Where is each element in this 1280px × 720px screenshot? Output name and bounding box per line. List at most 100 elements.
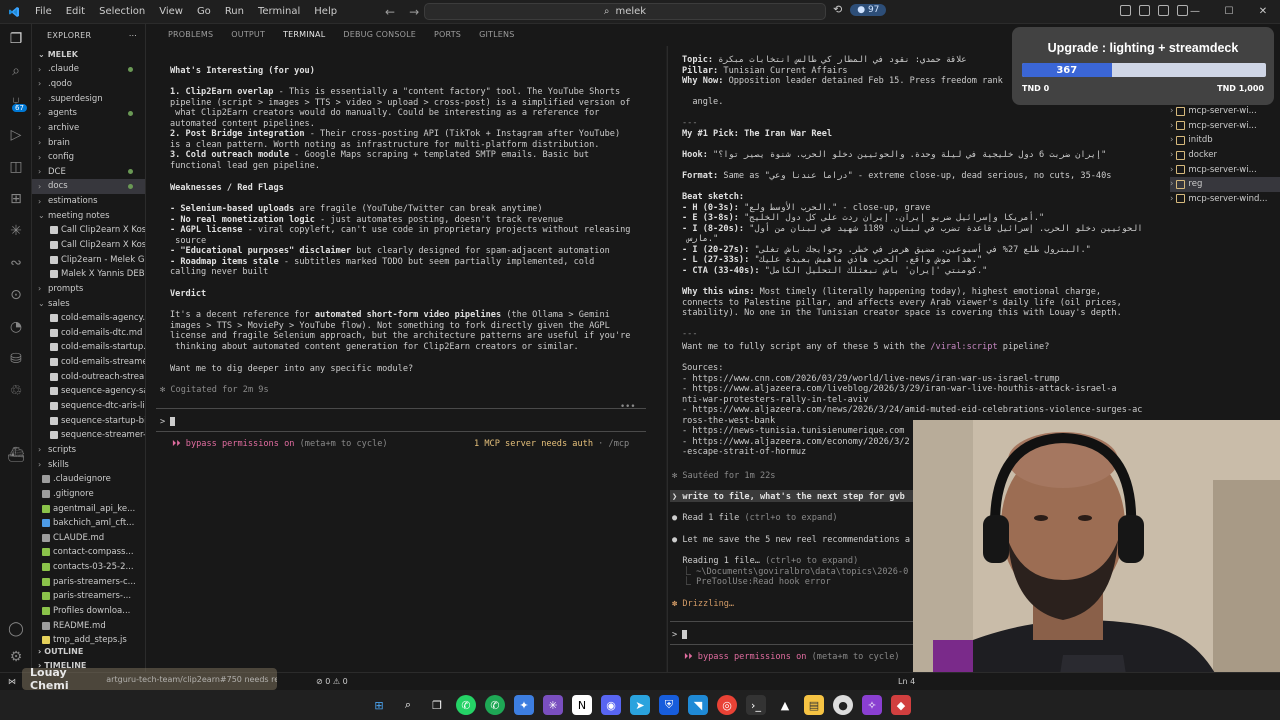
terminal-left[interactable]: What's Interesting (for you) 1. Clip2Ear… (146, 46, 666, 672)
tree-item[interactable]: › docs (32, 179, 145, 194)
tree-item[interactable]: README.md (32, 618, 145, 633)
tree-item[interactable]: › config (32, 150, 145, 165)
menu-help[interactable]: Help (307, 0, 344, 24)
bitwarden-icon[interactable]: ⛨ (659, 695, 679, 715)
tree-item[interactable]: paris-streamers-c... (32, 574, 145, 589)
tree-item[interactable]: contact-compass... (32, 545, 145, 560)
remote-tree-item[interactable]: › mcp-server-wind... (1170, 192, 1280, 207)
n8n-icon[interactable]: ∾ (7, 254, 25, 272)
tree-item[interactable]: › .claude (32, 62, 145, 77)
tree-item[interactable]: › .superdesign (32, 91, 145, 106)
source-link[interactable]: nti-war-protesters-rally-in-tel-aviv (682, 395, 868, 406)
red-app-icon[interactable]: ◆ (891, 695, 911, 715)
tree-item[interactable]: CLAUDE.md (32, 531, 145, 546)
copilot-icon[interactable]: ✦ (514, 695, 534, 715)
remote-tree-item[interactable]: › initdb (1170, 133, 1280, 148)
pr-notification[interactable]: Louay Chemi artguru-tech-team/clip2earn#… (22, 666, 277, 692)
tree-item[interactable]: › scripts (32, 443, 145, 458)
cursor-position[interactable]: Ln 4 (898, 677, 915, 686)
tree-item[interactable]: ⌄ meeting notes (32, 208, 145, 223)
problems-indicator[interactable]: ⊘ 0 ⚠ 0 (316, 677, 348, 686)
tree-item[interactable]: Call Clip2earn X Kos... (32, 238, 145, 253)
source-link[interactable]: - https://www.aljazeera.com/economy/2026… (682, 437, 910, 448)
tree-item[interactable]: sequence-streamer-... (32, 428, 145, 443)
whatsapp-icon[interactable]: ✆ (456, 695, 476, 715)
vscode-icon[interactable]: ◥ (688, 695, 708, 715)
tree-item[interactable]: › DCE (32, 164, 145, 179)
remote-tree-item[interactable]: › reg (1170, 176, 1280, 192)
search-icon[interactable]: ⌕ (398, 695, 418, 715)
tab-terminal[interactable]: TERMINAL (274, 24, 335, 47)
menu-file[interactable]: File (28, 0, 59, 24)
tree-item[interactable]: › brain (32, 135, 145, 150)
tree-item[interactable]: sequence-startup-bil... (32, 413, 145, 428)
prompt-input[interactable]: > (160, 417, 176, 428)
tab-output[interactable]: OUTPUT (222, 24, 274, 46)
remote-tree-item[interactable]: › mcp-server-wi... (1170, 119, 1280, 134)
tree-item[interactable]: agentmail_api_ke... (32, 501, 145, 516)
tree-item[interactable]: Profiles downloa... (32, 604, 145, 619)
close-icon[interactable]: ✕ (1246, 0, 1280, 24)
run-debug-icon[interactable]: ▷ (7, 126, 25, 144)
maximize-icon[interactable]: ☐ (1212, 0, 1246, 24)
layout-icon[interactable] (1120, 5, 1131, 16)
source-link[interactable]: ross-the-west-bank (682, 416, 775, 427)
toggle-sidebar-icon[interactable] (1139, 5, 1150, 16)
menu-edit[interactable]: Edit (59, 0, 92, 24)
remote-tree-item[interactable]: › mcp-server-wi... (1170, 104, 1280, 119)
tree-item[interactable]: cold-emails-streame... (32, 355, 145, 370)
terminal-icon[interactable]: ›_ (746, 695, 766, 715)
ai-icon[interactable]: ✳ (7, 222, 25, 240)
tab-debug-console[interactable]: DEBUG CONSOLE (334, 24, 425, 46)
notion-icon[interactable]: N (572, 695, 592, 715)
outline-section[interactable]: › OUTLINE (32, 644, 145, 658)
remote-tree-item[interactable]: › mcp-server-wi... (1170, 162, 1280, 177)
tab-ports[interactable]: PORTS (425, 24, 470, 46)
database-icon[interactable]: ⛁ (7, 350, 25, 368)
file-explorer-icon[interactable]: ▤ (804, 695, 824, 715)
forward-arrow-icon[interactable]: → (409, 5, 419, 19)
obs-icon[interactable]: ● (833, 695, 853, 715)
task-view-icon[interactable]: ❐ (427, 695, 447, 715)
source-link[interactable]: - https://www.aljazeera.com/liveblog/202… (682, 384, 1117, 395)
source-link[interactable]: -escape-strait-of-hormuz (682, 447, 806, 458)
search-icon[interactable]: ⌕ (7, 62, 25, 80)
command-center-search[interactable]: ⌕ melek (424, 3, 826, 20)
tree-item[interactable]: sequence-dtc-aris-lin... (32, 399, 145, 414)
source-link[interactable]: - https://www.aljazeera.com/news/2026/3/… (682, 405, 1142, 416)
windows-start-icon[interactable]: ⊞ (369, 695, 389, 715)
account-icon[interactable]: ◯ (7, 620, 25, 638)
tab-problems[interactable]: PROBLEMS (159, 24, 222, 46)
tree-item[interactable]: Clip2earn - Melek G... (32, 252, 145, 267)
docker-icon[interactable]: ⛴ (7, 446, 25, 464)
remote-tree-item[interactable]: › docker (1170, 148, 1280, 163)
whatsapp-business-icon[interactable]: ✆ (485, 695, 505, 715)
claude-app-icon[interactable]: ✳ (543, 695, 563, 715)
tree-item[interactable]: .gitignore (32, 487, 145, 502)
tree-item[interactable]: contacts-03-25-2... (32, 560, 145, 575)
chrome-icon[interactable]: ◎ (717, 695, 737, 715)
copilot-icon[interactable]: ⟲ (833, 3, 842, 16)
discord-icon[interactable]: ◉ (601, 695, 621, 715)
tree-item[interactable]: › .qodo (32, 77, 145, 92)
explorer-icon[interactable]: ❐ (7, 30, 25, 48)
tree-item[interactable]: cold-emails-dtc.md (32, 326, 145, 341)
azure-icon[interactable]: ▲ (775, 695, 795, 715)
extensions-icon[interactable]: ⊞ (7, 190, 25, 208)
menu-selection[interactable]: Selection (92, 0, 152, 24)
timeline-icon[interactable]: ◔ (7, 318, 25, 336)
source-link[interactable]: - https://news-tunisia.tunisienumerique.… (682, 426, 904, 437)
accounts-badge[interactable]: ● 97 (850, 3, 887, 16)
tree-item[interactable]: › estimations (32, 194, 145, 209)
telegram-icon[interactable]: ➤ (630, 695, 650, 715)
minimize-icon[interactable]: — (1178, 0, 1212, 24)
tree-item[interactable]: › prompts (32, 282, 145, 297)
tree-item[interactable]: bakchich_aml_cft... (32, 516, 145, 531)
tab-gitlens[interactable]: GITLENS (470, 24, 523, 46)
tree-item[interactable]: cold-emails-startup... (32, 340, 145, 355)
menu-run[interactable]: Run (218, 0, 251, 24)
tree-item[interactable]: .claudeignore (32, 472, 145, 487)
python-icon[interactable]: ♲ (7, 382, 25, 400)
tree-item[interactable]: paris-streamers-... (32, 589, 145, 604)
tree-item[interactable]: ⌄ sales (32, 296, 145, 311)
